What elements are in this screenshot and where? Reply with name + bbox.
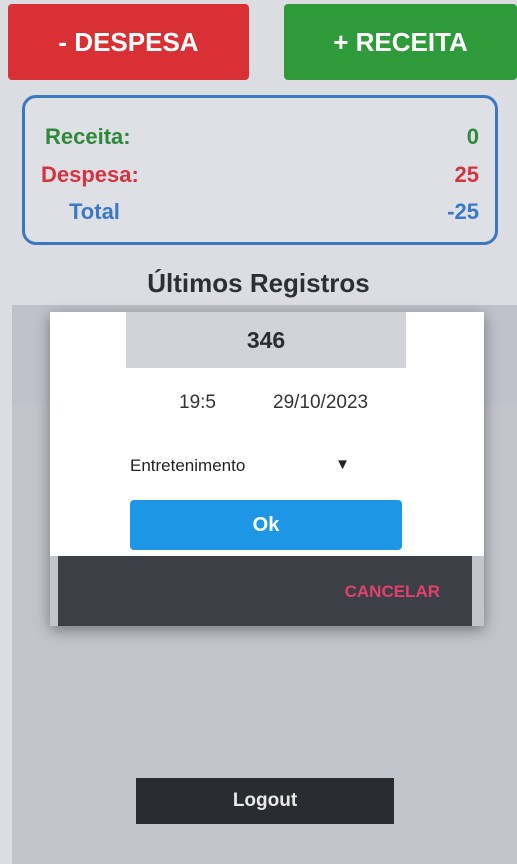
summary-card: Receita: 0 Despesa: 25 Total -25 [22,95,498,245]
despesa-label: Despesa: [41,162,139,187]
add-despesa-button[interactable]: - DESPESA [8,4,249,80]
date-picker[interactable]: 29/10/2023 [273,392,368,414]
total-label: Total [69,199,120,224]
dialog-footer: CANCELAR [58,556,472,626]
time-picker[interactable]: 19:5 [179,392,216,414]
app-screen: - DESPESA + RECEITA Receita: 0 Despesa: … [0,0,517,864]
category-select[interactable]: Entretenimento ▼ [130,448,350,482]
cancel-button[interactable]: CANCELAR [345,582,440,602]
receita-label: Receita: [45,124,131,149]
edit-record-dialog: 346 19:5 29/10/2023 Entretenimento ▼ Ok … [50,312,484,626]
dropdown-arrow-icon: ▼ [335,456,350,473]
dialog-body: 346 19:5 29/10/2023 Entretenimento ▼ Ok [50,312,484,556]
despesa-value: 25 [454,162,479,187]
add-receita-button[interactable]: + RECEITA [284,4,517,80]
amount-field[interactable]: 346 [126,312,406,368]
ok-button[interactable]: Ok [130,500,402,550]
total-value: -25 [447,199,479,224]
records-title: Últimos Registros [147,268,370,298]
receita-value: 0 [466,124,479,149]
category-value: Entretenimento [130,456,246,475]
logout-button[interactable]: Logout [136,778,394,824]
